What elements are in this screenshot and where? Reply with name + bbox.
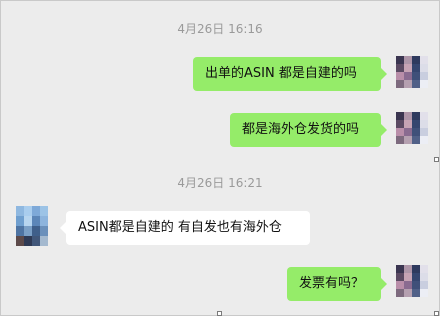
- message-timestamp: 4月26日 16:21: [177, 176, 263, 190]
- contact-avatar[interactable]: [16, 206, 48, 246]
- self-avatar[interactable]: [396, 56, 428, 88]
- self-avatar[interactable]: [396, 112, 428, 144]
- self-avatar[interactable]: [396, 265, 428, 297]
- message-bubble-outgoing[interactable]: 都是海外仓发货的吗: [230, 113, 387, 147]
- resize-handle-right[interactable]: [434, 157, 439, 162]
- message-bubble-outgoing[interactable]: 出单的ASIN 都是自建的吗: [193, 57, 387, 91]
- resize-handle-bottom[interactable]: [217, 311, 222, 316]
- resize-handle-corner[interactable]: [434, 311, 439, 316]
- message-timestamp: 4月26日 16:16: [177, 22, 263, 36]
- message-bubble-incoming[interactable]: ASIN都是自建的 有自发也有海外仓: [60, 211, 310, 245]
- message-bubble-outgoing[interactable]: 发票有吗？: [287, 267, 387, 301]
